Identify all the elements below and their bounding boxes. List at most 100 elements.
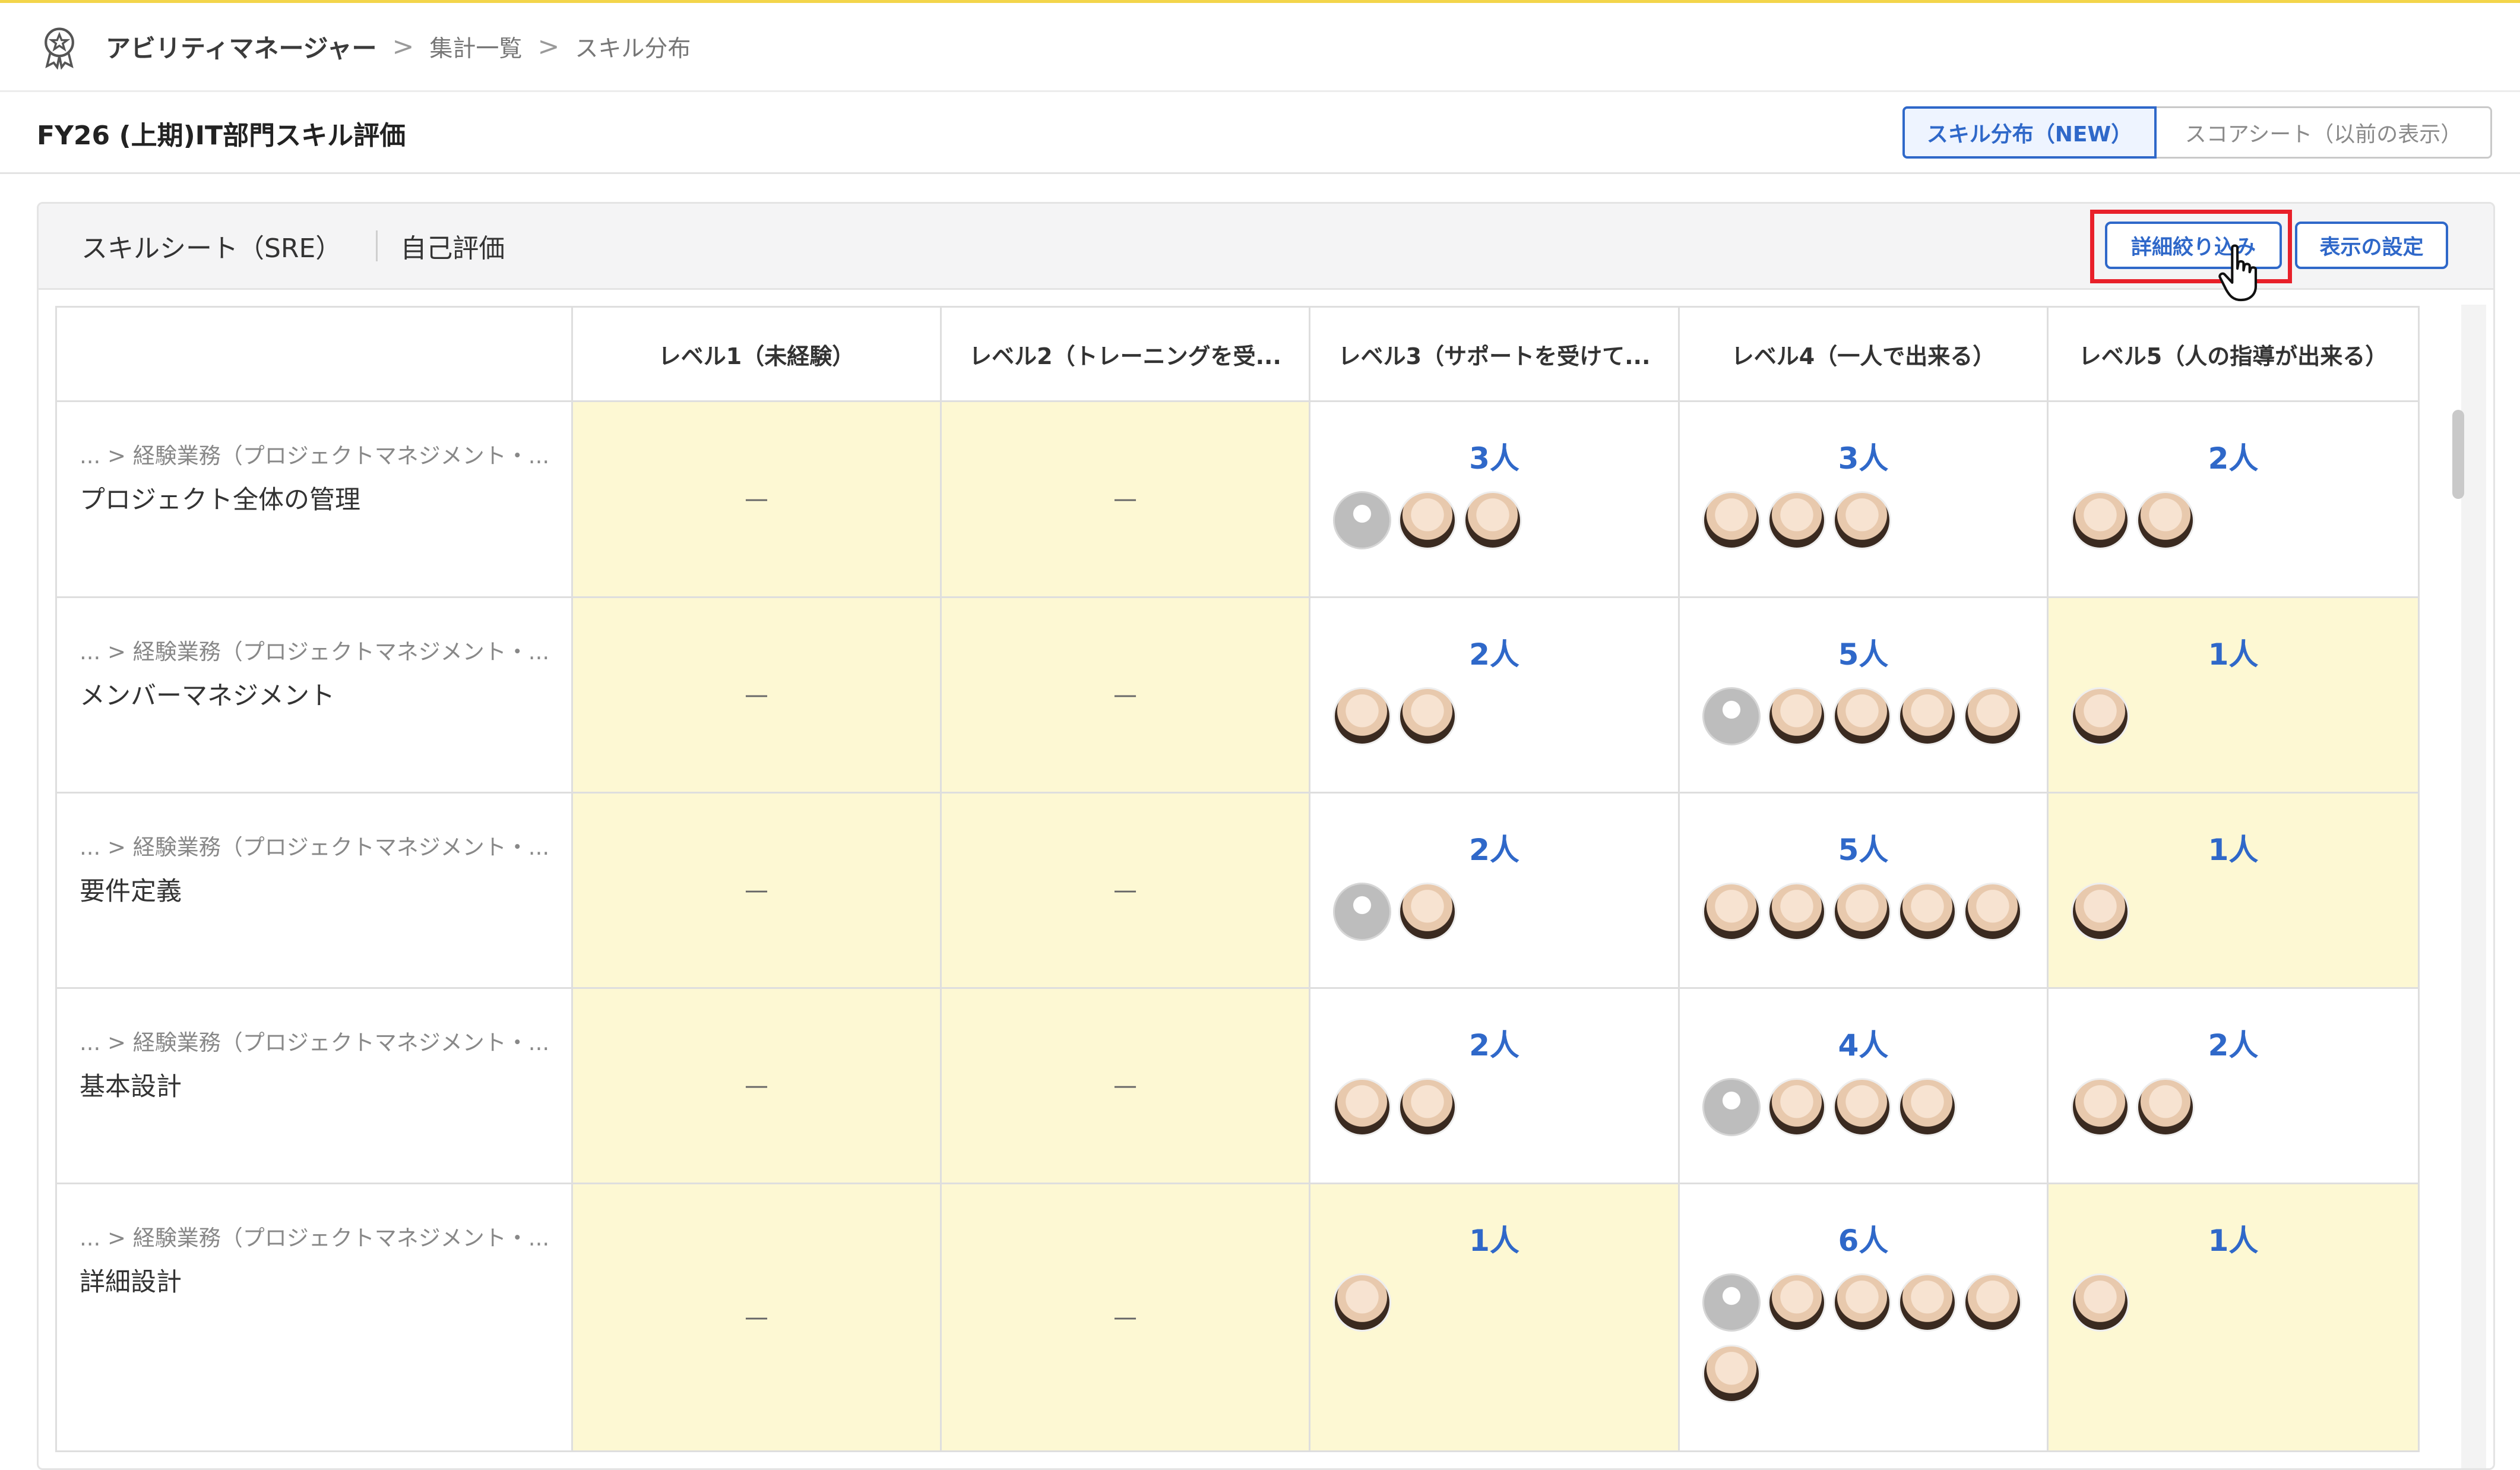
avatar[interactable]: [2071, 491, 2129, 549]
skill-panel: スキルシート（SRE） 自己評価 詳細絞り込み 表示の設定 レベル1（未経験）レ…: [37, 202, 2495, 1470]
member-count-link[interactable]: 3人: [1680, 435, 2047, 478]
level-cell[interactable]: 5人: [1680, 794, 2049, 987]
column-header: レベル3（サポートを受けて...: [1310, 308, 1680, 400]
empty-dash: —: [1113, 681, 1137, 709]
avatar[interactable]: [1464, 491, 1522, 549]
member-count-link[interactable]: 1人: [2049, 826, 2418, 869]
avatar[interactable]: [1768, 883, 1826, 941]
member-avatars: [1702, 491, 2035, 549]
member-avatars: [1333, 687, 1666, 745]
skill-name: プロジェクト全体の管理: [80, 485, 360, 515]
breadcrumb-app-name[interactable]: アビリティマネージャー: [106, 29, 377, 65]
default-avatar-icon[interactable]: [1702, 1078, 1761, 1136]
avatar[interactable]: [1702, 883, 1761, 941]
avatar[interactable]: [2071, 883, 2129, 941]
avatar[interactable]: [1768, 1078, 1826, 1136]
default-avatar-icon[interactable]: [1333, 883, 1391, 941]
member-count-link[interactable]: 2人: [1310, 826, 1678, 869]
level-cell[interactable]: 1人: [1310, 1184, 1680, 1450]
level-cell[interactable]: 2人: [1310, 989, 1680, 1183]
member-avatars: [1333, 1078, 1666, 1136]
default-avatar-icon[interactable]: [1333, 491, 1391, 549]
member-count-link[interactable]: 1人: [1310, 1217, 1678, 1260]
avatar[interactable]: [1833, 1273, 1891, 1332]
evaluation-type: 自己評価: [400, 233, 505, 264]
member-count-link[interactable]: 1人: [2049, 631, 2418, 674]
breadcrumb: アビリティマネージャー > 集計一覧 > スキル分布: [0, 3, 2520, 92]
avatar[interactable]: [1398, 883, 1457, 941]
avatar[interactable]: [1333, 687, 1391, 745]
view-scoresheet-button[interactable]: スコアシート（以前の表示）: [2157, 106, 2492, 159]
member-count-link[interactable]: 6人: [1680, 1217, 2047, 1260]
avatar[interactable]: [1398, 1078, 1457, 1136]
member-count-link[interactable]: 4人: [1680, 1022, 2047, 1064]
avatar[interactable]: [1898, 687, 1957, 745]
member-count-link[interactable]: 1人: [2049, 1217, 2418, 1260]
level-cell[interactable]: 1人: [2049, 794, 2420, 987]
level-cell[interactable]: 2人: [2049, 989, 2420, 1183]
level-cell[interactable]: 3人: [1680, 402, 2049, 596]
avatar[interactable]: [2136, 1078, 2195, 1136]
table-row: ... > 経験業務（プロジェクトマネジメント・... 基本設計 — — 2人 4人 2人: [55, 989, 2420, 1184]
member-count-link[interactable]: 2人: [2049, 435, 2418, 478]
avatar[interactable]: [2071, 687, 2129, 745]
avatar[interactable]: [1833, 491, 1891, 549]
level-cell[interactable]: 2人: [1310, 794, 1680, 987]
view-skill-distribution-button[interactable]: スキル分布（NEW）: [1902, 106, 2157, 159]
level-cell-empty: —: [573, 989, 942, 1183]
avatar[interactable]: [1964, 687, 2022, 745]
default-avatar-icon[interactable]: [1702, 687, 1761, 745]
avatar[interactable]: [2071, 1273, 2129, 1332]
display-settings-button[interactable]: 表示の設定: [2295, 222, 2448, 269]
avatar[interactable]: [1702, 491, 1761, 549]
level-cell[interactable]: 2人: [1310, 598, 1680, 792]
avatar[interactable]: [1964, 1273, 2022, 1332]
level-cell-empty: —: [573, 1184, 942, 1450]
scrollbar-track[interactable]: [2461, 305, 2486, 1468]
empty-dash: —: [745, 485, 768, 513]
avatar[interactable]: [1398, 491, 1457, 549]
avatar[interactable]: [2136, 491, 2195, 549]
avatar[interactable]: [1833, 883, 1891, 941]
member-count-link[interactable]: 2人: [1310, 631, 1678, 674]
level-cell[interactable]: 5人: [1680, 598, 2049, 792]
level-cell-empty: —: [573, 794, 942, 987]
avatar[interactable]: [1833, 687, 1891, 745]
avatar[interactable]: [1768, 1273, 1826, 1332]
level-cell[interactable]: 6人: [1680, 1184, 2049, 1450]
skill-sheet-name: スキルシート（SRE）: [81, 233, 342, 264]
avatar[interactable]: [1702, 1345, 1761, 1403]
member-count-link[interactable]: 2人: [2049, 1022, 2418, 1064]
hand-cursor-icon: [2218, 244, 2258, 302]
member-avatars: [1333, 1273, 1666, 1332]
empty-dash: —: [1113, 485, 1137, 513]
member-count-link[interactable]: 5人: [1680, 631, 2047, 674]
default-avatar-icon[interactable]: [1702, 1273, 1761, 1332]
avatar[interactable]: [1898, 883, 1957, 941]
member-count-link[interactable]: 2人: [1310, 1022, 1678, 1064]
avatar[interactable]: [1964, 883, 2022, 941]
table-row: ... > 経験業務（プロジェクトマネジメント・... 詳細設計 — — 1人 6人 1人: [55, 1184, 2420, 1452]
level-cell-empty: —: [942, 402, 1310, 596]
avatar[interactable]: [1833, 1078, 1891, 1136]
scrollbar-thumb[interactable]: [2452, 410, 2464, 499]
empty-dash: —: [1113, 1303, 1137, 1331]
level-cell[interactable]: 3人: [1310, 402, 1680, 596]
avatar[interactable]: [2071, 1078, 2129, 1136]
avatar[interactable]: [1333, 1078, 1391, 1136]
column-header: レベル4（一人で出来る）: [1680, 308, 2049, 400]
level-cell[interactable]: 4人: [1680, 989, 2049, 1183]
avatar[interactable]: [1898, 1273, 1957, 1332]
avatar[interactable]: [1398, 687, 1457, 745]
level-cell[interactable]: 1人: [2049, 598, 2420, 792]
avatar[interactable]: [1898, 1078, 1957, 1136]
level-cell[interactable]: 2人: [2049, 402, 2420, 596]
breadcrumb-item-summary-list[interactable]: 集計一覧: [429, 30, 522, 64]
avatar[interactable]: [1768, 491, 1826, 549]
avatar[interactable]: [1768, 687, 1826, 745]
member-count-link[interactable]: 3人: [1310, 435, 1678, 478]
avatar[interactable]: [1333, 1273, 1391, 1332]
level-cell[interactable]: 1人: [2049, 1184, 2420, 1450]
skill-name-cell: ... > 経験業務（プロジェクトマネジメント・... 要件定義: [55, 794, 573, 987]
member-count-link[interactable]: 5人: [1680, 826, 2047, 869]
